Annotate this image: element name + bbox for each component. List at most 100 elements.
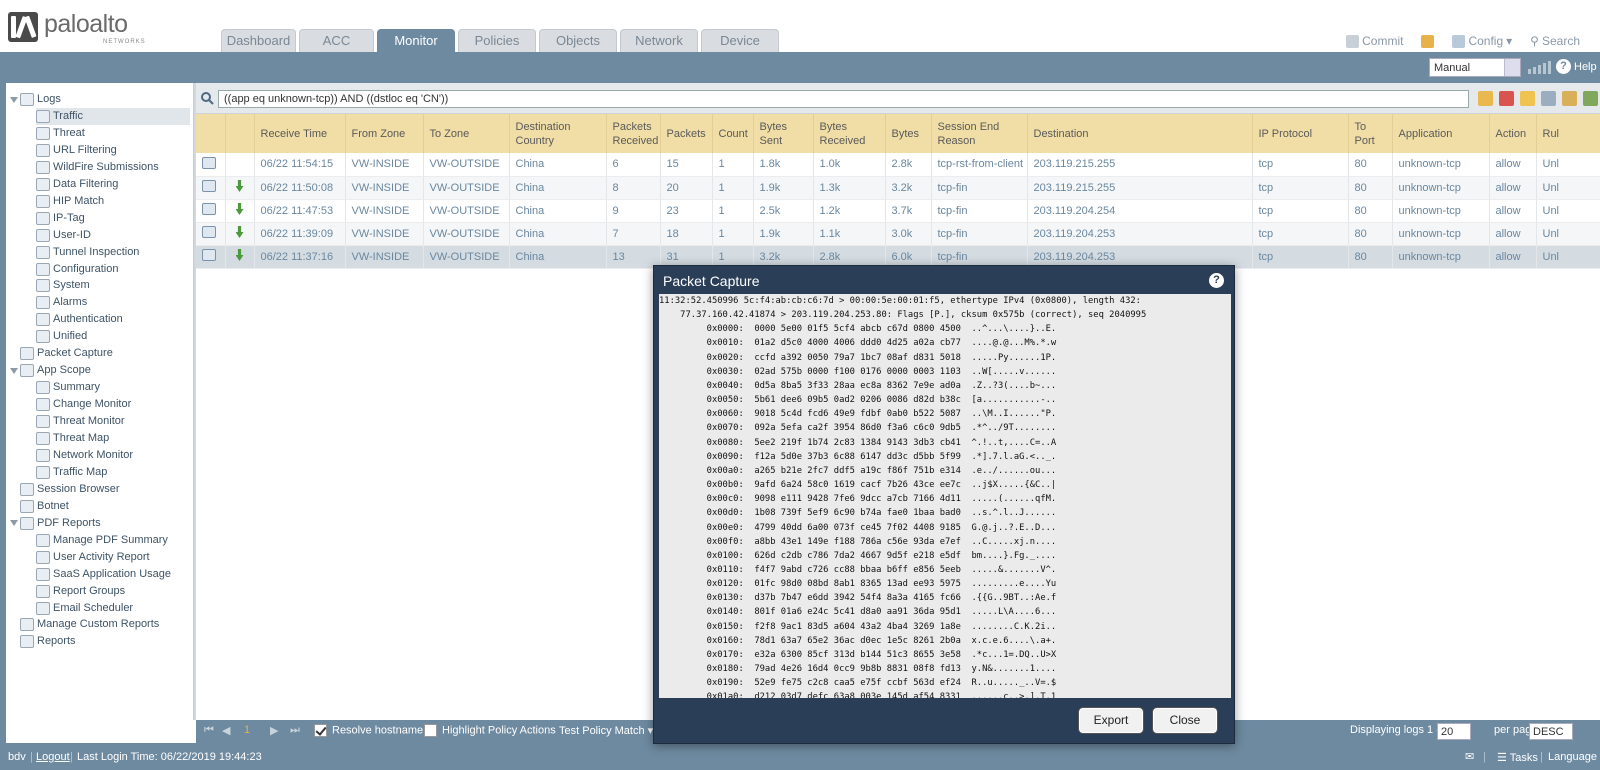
- sidebar-item-change-monitor[interactable]: Change Monitor: [36, 396, 190, 413]
- table-cell[interactable]: 20: [660, 176, 713, 200]
- sidebar-item-data-filtering[interactable]: Data Filtering: [36, 176, 190, 193]
- column-header[interactable]: From Zone: [345, 114, 424, 153]
- packet-capture-download-icon[interactable]: [235, 226, 244, 238]
- table-cell[interactable]: 1: [712, 176, 754, 200]
- sidebar-item-user-activity-report[interactable]: User Activity Report: [36, 549, 190, 566]
- column-header[interactable]: Action: [1489, 114, 1537, 153]
- next-page-icon[interactable]: ▶: [270, 724, 278, 737]
- tab-monitor[interactable]: Monitor: [377, 29, 455, 52]
- table-cell[interactable]: VW-OUTSIDE: [423, 176, 510, 200]
- table-row[interactable]: 06/22 11:39:09 VW-INSIDE VW-OUTSIDE China 7 1…: [196, 222, 1600, 246]
- table-cell[interactable]: tcp: [1252, 153, 1349, 177]
- packet-capture-download-icon[interactable]: [235, 203, 244, 215]
- table-cell[interactable]: VW-INSIDE: [345, 153, 424, 177]
- current-page[interactable]: 1: [244, 724, 250, 736]
- table-cell[interactable]: 80: [1348, 245, 1393, 269]
- sidebar-item-threat[interactable]: Threat: [36, 125, 190, 142]
- table-cell[interactable]: Unl: [1536, 245, 1600, 269]
- log-detail-icon[interactable]: [202, 226, 216, 238]
- table-row[interactable]: 06/22 11:54:15 VW-INSIDE VW-OUTSIDE China 6 1…: [196, 153, 1600, 177]
- tab-policies[interactable]: Policies: [458, 29, 536, 52]
- tab-dashboard[interactable]: Dashboard: [221, 29, 296, 52]
- packet-capture-download-icon[interactable]: [235, 180, 244, 192]
- packet-capture-download-icon[interactable]: [235, 249, 244, 261]
- column-header[interactable]: [225, 114, 255, 153]
- tab-objects[interactable]: Objects: [539, 29, 617, 52]
- sidebar-item-network-monitor[interactable]: Network Monitor: [36, 447, 190, 464]
- table-cell[interactable]: 06/22 11:39:09: [254, 222, 346, 246]
- lock-button[interactable]: [1421, 34, 1435, 48]
- sidebar-item-wildfire-submissions[interactable]: WildFire Submissions: [36, 159, 190, 176]
- table-cell[interactable]: 06/22 11:47:53: [254, 199, 346, 223]
- load-filter-icon[interactable]: [1562, 91, 1577, 106]
- sidebar-item-manage-custom-reports[interactable]: Manage Custom Reports: [10, 616, 190, 633]
- sidebar-item-configuration[interactable]: Configuration: [36, 261, 190, 278]
- table-cell[interactable]: 1.1k: [813, 222, 886, 246]
- column-header[interactable]: Destination: [1027, 114, 1253, 153]
- table-cell[interactable]: 7: [606, 222, 661, 246]
- tab-acc[interactable]: ACC: [299, 29, 374, 52]
- table-cell[interactable]: 203.119.215.255: [1027, 176, 1253, 200]
- column-header[interactable]: Application: [1392, 114, 1490, 153]
- table-cell[interactable]: 06/22 11:50:08: [254, 176, 346, 200]
- log-filter-input[interactable]: [218, 90, 1469, 108]
- table-cell[interactable]: allow: [1489, 245, 1537, 269]
- table-cell[interactable]: 80: [1348, 199, 1393, 223]
- table-cell[interactable]: 3.0k: [885, 222, 932, 246]
- column-header[interactable]: Bytes Sent: [753, 114, 814, 153]
- table-cell[interactable]: VW-INSIDE: [345, 199, 424, 223]
- sidebar-item-summary[interactable]: Summary: [36, 379, 190, 396]
- table-cell[interactable]: 1.9k: [753, 222, 814, 246]
- table-cell[interactable]: 2.5k: [753, 199, 814, 223]
- column-header[interactable]: Count: [712, 114, 754, 153]
- expand-toggle-icon[interactable]: [10, 520, 18, 527]
- table-cell[interactable]: VW-INSIDE: [345, 176, 424, 200]
- table-cell[interactable]: VW-OUTSIDE: [423, 222, 510, 246]
- sidebar-item-manage-pdf-summary[interactable]: Manage PDF Summary: [36, 532, 190, 549]
- table-cell[interactable]: 3.2k: [885, 176, 932, 200]
- sidebar-item-authentication[interactable]: Authentication: [36, 311, 190, 328]
- column-header[interactable]: Bytes Received: [813, 114, 886, 153]
- mail-icon[interactable]: ✉: [1465, 750, 1474, 763]
- table-cell[interactable]: 2.8k: [885, 153, 932, 177]
- table-cell[interactable]: VW-OUTSIDE: [423, 153, 510, 177]
- table-cell[interactable]: China: [509, 245, 607, 269]
- table-cell[interactable]: 1.0k: [813, 153, 886, 177]
- table-cell[interactable]: 06/22 11:54:15: [254, 153, 346, 177]
- sidebar-item-traffic-map[interactable]: Traffic Map: [36, 464, 190, 481]
- table-cell[interactable]: 6: [606, 153, 661, 177]
- sidebar-item-user-id[interactable]: User-ID: [36, 227, 190, 244]
- table-cell[interactable]: 13: [606, 245, 661, 269]
- sidebar-item-hip-match[interactable]: HIP Match: [36, 193, 190, 210]
- log-detail-icon[interactable]: [202, 156, 216, 169]
- table-cell[interactable]: Unl: [1536, 153, 1600, 177]
- table-cell[interactable]: 80: [1348, 176, 1393, 200]
- close-button[interactable]: Close: [1152, 707, 1218, 734]
- search-button[interactable]: ⚲ Search: [1530, 34, 1580, 48]
- first-page-icon[interactable]: ⏮: [204, 724, 214, 737]
- table-cell[interactable]: 8: [606, 176, 661, 200]
- sidebar-item-pdf-reports[interactable]: PDF Reports: [10, 515, 190, 532]
- table-cell[interactable]: 3.7k: [885, 199, 932, 223]
- table-cell[interactable]: unknown-tcp: [1392, 199, 1490, 223]
- export-csv-icon[interactable]: [1583, 91, 1598, 106]
- table-cell[interactable]: VW-INSIDE: [345, 222, 424, 246]
- column-header[interactable]: IP Protocol: [1252, 114, 1349, 153]
- column-header[interactable]: Session End Reason: [931, 114, 1028, 153]
- table-cell[interactable]: 1.8k: [753, 153, 814, 177]
- prev-page-icon[interactable]: ◀: [222, 724, 230, 737]
- table-cell[interactable]: 203.119.215.255: [1027, 153, 1253, 177]
- table-cell[interactable]: China: [509, 222, 607, 246]
- log-detail-icon[interactable]: [202, 203, 216, 215]
- tab-device[interactable]: Device: [701, 29, 779, 52]
- sidebar-item-logs[interactable]: Logs: [10, 91, 190, 108]
- table-cell[interactable]: tcp-rst-from-client: [931, 153, 1028, 177]
- sidebar-item-app-scope[interactable]: App Scope: [10, 362, 190, 379]
- apply-filter-icon[interactable]: [1478, 91, 1493, 106]
- tasks-button[interactable]: ☰ Tasks: [1497, 751, 1538, 764]
- sidebar-item-system[interactable]: System: [36, 277, 190, 294]
- sidebar-item-session-browser[interactable]: Session Browser: [10, 481, 190, 498]
- table-cell[interactable]: 1: [712, 199, 754, 223]
- sidebar-item-reports[interactable]: Reports: [10, 633, 190, 650]
- table-cell[interactable]: Unl: [1536, 222, 1600, 246]
